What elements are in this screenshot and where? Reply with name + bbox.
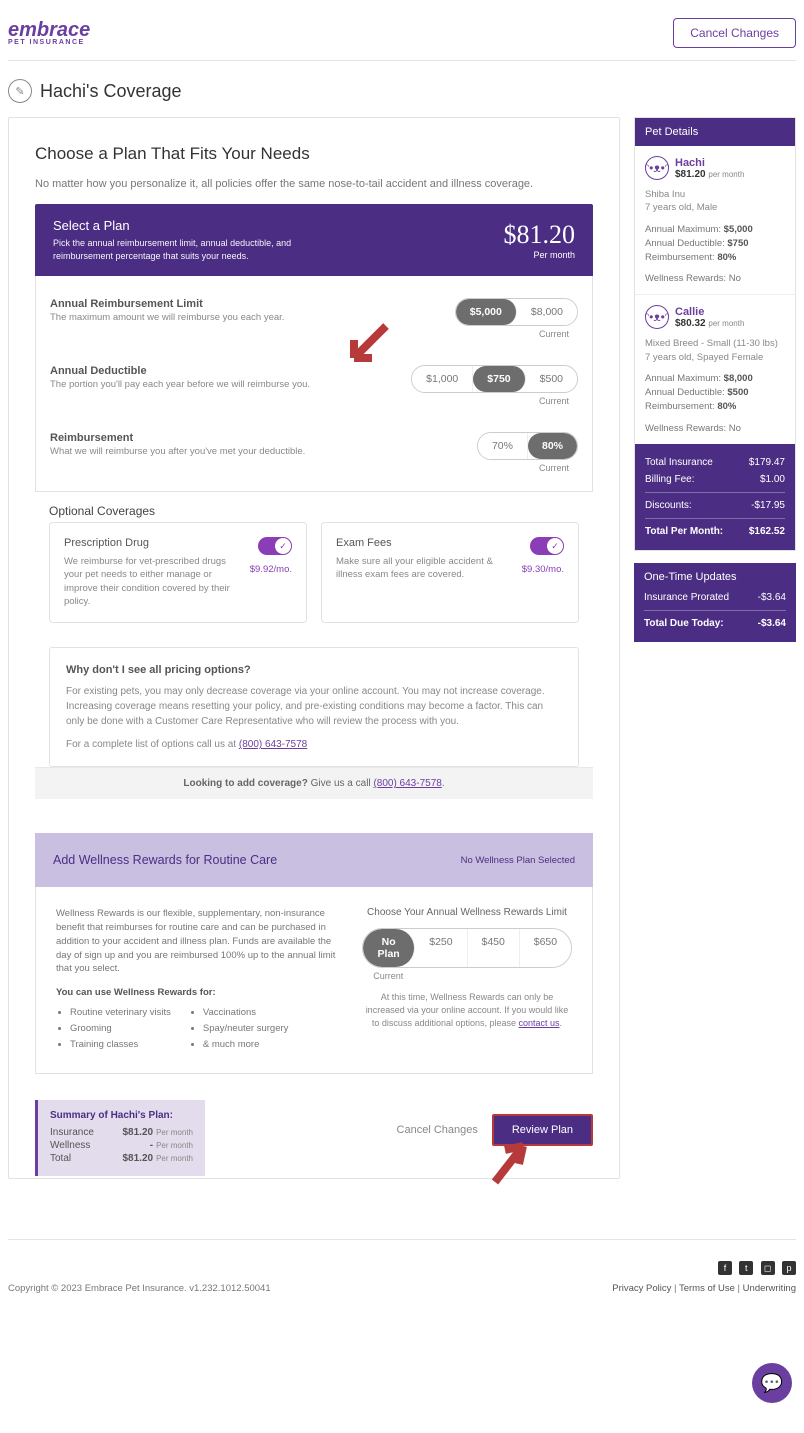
onetime-header: One-Time Updates [644,571,786,583]
list-item: Routine veterinary visits [70,1006,171,1020]
intro-text: No matter how you personalize it, all po… [35,178,593,190]
privacy-link[interactable]: Privacy Policy [612,1283,671,1294]
reimbursement-selector[interactable]: 70% 80% [477,432,578,460]
cancel-changes-button[interactable]: Cancel Changes [673,18,796,48]
terms-link[interactable]: Terms of Use [679,1283,735,1294]
pet-name: Callie [675,306,744,318]
coverage-exam-fees: Exam Fees Make sure all your eligible ac… [321,522,579,623]
current-label: Current [530,329,578,339]
reimb-title: Reimbursement [50,432,463,444]
add-coverage-bar: Looking to add coverage? Give us a call … [35,767,593,799]
footer-links: Privacy Policy | Terms of Use | Underwri… [612,1283,796,1294]
pet-details-header: Pet Details [635,118,795,146]
page-title: Hachi's Coverage [40,81,182,102]
list-item: Grooming [70,1022,171,1036]
pet-name: Hachi [675,157,744,169]
wellness-note: At this time, Wellness Rewards can only … [362,991,572,1029]
pinterest-icon[interactable]: p [782,1261,796,1275]
instagram-icon[interactable]: ◻ [761,1261,775,1275]
info-phone: For a complete list of options call us a… [66,739,562,750]
pet-block-callie: ᵔ•ᴥ•ᵔ Callie $80.32 per month Mixed Bree… [635,295,795,443]
cov-price: $9.92/mo. [244,564,292,575]
pill-450[interactable]: $450 [468,929,520,967]
pet-price: $81.20 per month [675,169,744,180]
pill-250[interactable]: $250 [415,929,467,967]
wellness-limit-title: Choose Your Annual Wellness Rewards Limi… [362,907,572,918]
info-title: Why don't I see all pricing options? [66,664,562,676]
annotation-arrow-icon [485,1134,535,1192]
annotation-arrow-icon [336,318,396,381]
wellness-title: Add Wellness Rewards for Routine Care [53,853,277,867]
underwriting-link[interactable]: Underwriting [743,1283,796,1294]
summary-row: Total$81.20Per month [50,1153,193,1164]
wellness-header: Add Wellness Rewards for Routine Care No… [35,833,593,887]
cov-price: $9.30/mo. [516,564,564,575]
current-label: Current [530,463,578,473]
pet-block-hachi: ᵔ•ᴥ•ᵔ Hachi $81.20 per month Shiba Inu7 … [635,146,795,295]
cov-title: Exam Fees [336,537,506,549]
cov-desc: We reimburse for vet-prescribed drugs yo… [64,555,234,608]
cov-title: Prescription Drug [64,537,234,549]
reimb-limit-title: Annual Reimbursement Limit [50,298,441,310]
copyright: Copyright © 2023 Embrace Pet Insurance. … [8,1283,271,1294]
contact-link[interactable]: contact us [519,1018,560,1028]
phone-link[interactable]: (800) 643-7578 [373,778,441,789]
pet-stats: Annual Maximum: $8,000 Annual Deductible… [645,372,785,415]
dog-icon: ᵔ•ᴥ•ᵔ [645,156,669,180]
toggle-exam-fees[interactable] [530,537,564,555]
pricing-info-box: Why don't I see all pricing options? For… [49,647,579,767]
deductible-selector[interactable]: $1,000 $750 $500 [411,365,578,393]
chat-icon[interactable]: 💬 [752,1363,792,1403]
pill-8000[interactable]: $8,000 [517,299,577,325]
list-item: Training classes [70,1038,171,1052]
coverage-prescription: Prescription Drug We reimburse for vet-p… [49,522,307,623]
pill-750[interactable]: $750 [473,366,525,392]
pet-wellness: Wellness Rewards: No [645,273,785,284]
optional-coverages-title: Optional Coverages [35,492,593,522]
pill-noplan[interactable]: No Plan [363,929,415,967]
section-heading: Choose a Plan That Fits Your Needs [35,144,593,164]
plan-header-title: Select a Plan [53,218,353,233]
current-label: Current [530,396,578,406]
reimb-sub: What we will reimburse you after you've … [50,446,463,458]
pill-70[interactable]: 70% [478,433,528,459]
pet-wellness: Wellness Rewards: No [645,423,785,434]
pill-650[interactable]: $650 [520,929,571,967]
pill-80[interactable]: 80% [528,433,577,459]
totals-block: Total Insurance$179.47 Billing Fee:$1.00… [635,444,795,550]
facebook-icon[interactable]: f [718,1261,732,1275]
plan-header: Select a Plan Pick the annual reimbursem… [35,204,593,276]
list-item: Vaccinations [203,1006,289,1020]
pet-stats: Annual Maximum: $5,000 Annual Deductible… [645,223,785,266]
twitter-icon[interactable]: t [739,1261,753,1275]
plan-price-sub: Per month [504,250,576,260]
cancel-changes-link[interactable]: Cancel Changes [397,1124,478,1136]
list-item: Spay/neuter surgery [203,1022,289,1036]
pill-500[interactable]: $500 [526,366,577,392]
brand-logo: embrace PET INSURANCE [8,21,90,46]
cov-desc: Make sure all your eligible accident & i… [336,555,506,582]
list-item: & much more [203,1038,289,1052]
plan-price: $81.20 [504,220,576,250]
phone-link[interactable]: (800) 643-7578 [239,739,307,750]
pet-meta: Shiba Inu7 years old, Male [645,188,785,215]
pet-meta: Mixed Breed - Small (11-30 lbs)7 years o… [645,337,785,364]
wellness-uses-col1: Routine veterinary visits Grooming Train… [56,1006,171,1053]
pill-5000[interactable]: $5,000 [456,299,517,325]
dog-icon: ᵔ•ᴥ•ᵔ [645,305,669,329]
pet-price: $80.32 per month [675,318,744,329]
info-text: For existing pets, you may only decrease… [66,684,562,729]
wellness-status: No Wellness Plan Selected [461,855,575,866]
wellness-selector[interactable]: No Plan $250 $450 $650 [362,928,572,968]
onetime-block: One-Time Updates Insurance Prorated-$3.6… [634,563,796,642]
edit-icon: ✎ [8,79,32,103]
wellness-uses-col2: Vaccinations Spay/neuter surgery & much … [189,1006,289,1053]
current-label: Current [362,971,415,981]
pill-1000[interactable]: $1,000 [412,366,473,392]
toggle-prescription[interactable] [258,537,292,555]
plan-header-sub: Pick the annual reimbursement limit, ann… [53,237,353,262]
wellness-desc: Wellness Rewards is our flexible, supple… [56,907,338,976]
reimb-limit-selector[interactable]: $5,000 $8,000 [455,298,578,326]
wellness-uses-title: You can use Wellness Rewards for: [56,986,338,1000]
